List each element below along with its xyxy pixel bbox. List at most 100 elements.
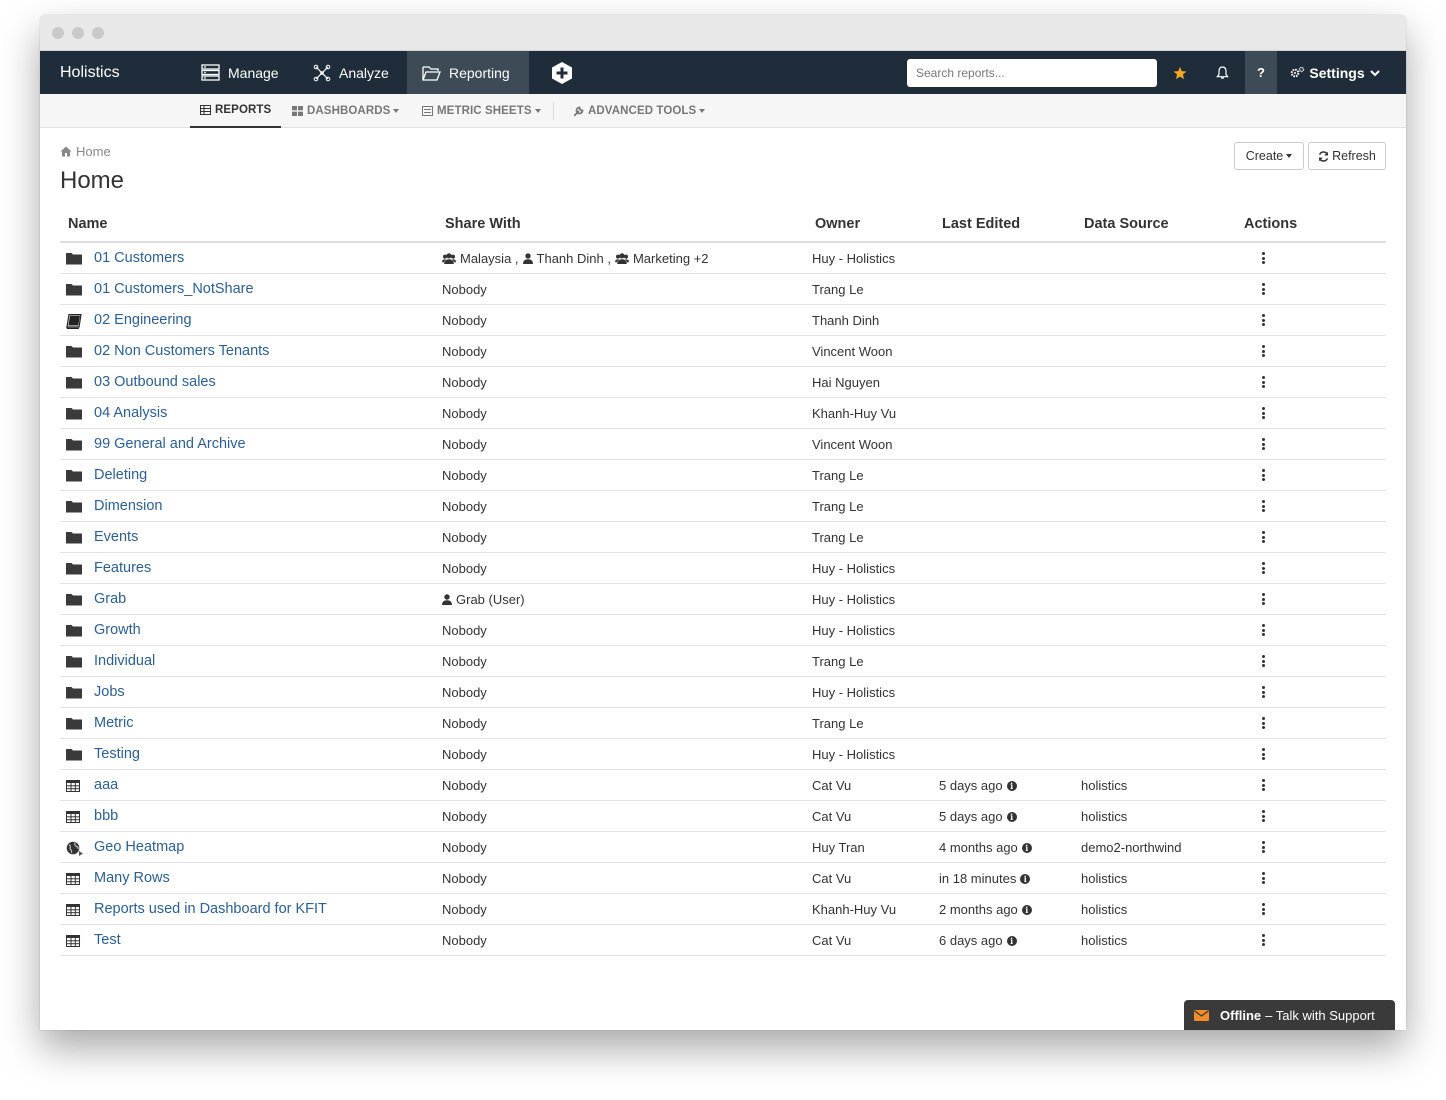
table-row[interactable]: Geo Heatmap Nobody Huy Tran 4 months ago i de… (60, 832, 1386, 863)
row-actions-icon[interactable] (1260, 530, 1266, 544)
row-actions-icon[interactable] (1260, 282, 1266, 296)
row-actions-icon[interactable] (1260, 871, 1266, 885)
report-name-link[interactable]: bbb (94, 808, 118, 824)
table-row[interactable]: bbb Nobody Cat Vu 5 days ago i holistics (60, 801, 1386, 832)
nav-analyze[interactable]: Analyze (298, 51, 404, 94)
table-row[interactable]: Dimension Nobody Trang Le (60, 491, 1386, 522)
report-name-link[interactable]: Jobs (94, 684, 125, 700)
table-row[interactable]: Testing Nobody Huy - Holistics (60, 739, 1386, 770)
brand-logo[interactable]: Holistics (60, 64, 120, 82)
table-row[interactable]: Reports used in Dashboard for KFIT Nobody… (60, 894, 1386, 925)
column-header-last-edited[interactable]: Last Edited (942, 216, 1020, 232)
report-name-link[interactable]: 04 Analysis (94, 405, 167, 421)
report-name-link[interactable]: 03 Outbound sales (94, 374, 216, 390)
row-actions-icon[interactable] (1260, 499, 1266, 513)
settings-menu[interactable]: Settings (1285, 51, 1385, 94)
table-row[interactable]: Events Nobody Trang Le (60, 522, 1386, 553)
table-row[interactable]: aaa Nobody Cat Vu 5 days ago i holistics (60, 770, 1386, 801)
table-row[interactable]: Deleting Nobody Trang Le (60, 460, 1386, 491)
row-actions-icon[interactable] (1260, 437, 1266, 451)
table-row[interactable]: 99 General and Archive Nobody Vincent Woon (60, 429, 1386, 460)
search-input[interactable] (907, 59, 1157, 87)
row-actions-icon[interactable] (1260, 468, 1266, 482)
row-actions-icon[interactable] (1260, 313, 1266, 327)
report-name-link[interactable]: 99 General and Archive (94, 436, 246, 452)
row-actions-icon[interactable] (1260, 778, 1266, 792)
tab-advanced-tools[interactable]: ADVANCED TOOLS (573, 94, 706, 128)
report-name-link[interactable]: 01 Customers (94, 250, 184, 266)
row-actions-icon[interactable] (1260, 654, 1266, 668)
table-row[interactable]: Many Rows Nobody Cat Vu in 18 minutes i holis… (60, 863, 1386, 894)
info-icon[interactable]: i (1006, 935, 1017, 946)
table-row[interactable]: Growth Nobody Huy - Holistics (60, 615, 1386, 646)
table-row[interactable]: Grab Grab (User) Huy - Holistics (60, 584, 1386, 615)
support-chat-widget[interactable]: Offline – Talk with Support (1184, 1000, 1395, 1030)
info-icon[interactable]: i (1006, 780, 1017, 791)
report-name-link[interactable]: Features (94, 560, 151, 576)
refresh-button[interactable]: Refresh (1308, 142, 1386, 170)
window-zoom-dot[interactable] (92, 27, 104, 39)
info-icon[interactable]: i (1006, 811, 1017, 822)
report-name-link[interactable]: Deleting (94, 467, 147, 483)
report-name-link[interactable]: Metric (94, 715, 133, 731)
info-icon[interactable]: i (1021, 842, 1032, 853)
row-actions-icon[interactable] (1260, 344, 1266, 358)
report-name-link[interactable]: Reports used in Dashboard for KFIT (94, 901, 327, 917)
info-icon[interactable]: i (1020, 873, 1031, 884)
info-icon[interactable]: i (1021, 904, 1032, 915)
row-actions-icon[interactable] (1260, 716, 1266, 730)
report-name-link[interactable]: 02 Non Customers Tenants (94, 343, 269, 359)
row-actions-icon[interactable] (1260, 561, 1266, 575)
tab-reports[interactable]: REPORTS (190, 94, 282, 128)
row-actions-icon[interactable] (1260, 406, 1266, 420)
column-header-data-source[interactable]: Data Source (1084, 216, 1169, 232)
window-close-dot[interactable] (52, 27, 64, 39)
column-header-name[interactable]: Name (68, 216, 108, 232)
report-name-link[interactable]: 02 Engineering (94, 312, 192, 328)
row-actions-icon[interactable] (1260, 840, 1266, 854)
tab-metric-sheets[interactable]: METRIC SHEETS (422, 94, 541, 128)
help-button[interactable]: ? (1245, 51, 1277, 94)
row-actions-icon[interactable] (1260, 747, 1266, 761)
report-name-link[interactable]: aaa (94, 777, 118, 793)
nav-reporting[interactable]: Reporting (407, 51, 529, 94)
table-row[interactable]: 01 Customers_NotShare Nobody Trang Le (60, 274, 1386, 305)
nav-manage[interactable]: Manage (186, 51, 294, 94)
row-actions-icon[interactable] (1260, 933, 1266, 947)
row-actions-icon[interactable] (1260, 809, 1266, 823)
add-new-icon[interactable] (550, 61, 574, 85)
create-button[interactable]: Create (1234, 142, 1304, 170)
report-name-link[interactable]: Testing (94, 746, 140, 762)
notifications-button[interactable] (1205, 51, 1239, 94)
report-name-link[interactable]: 01 Customers_NotShare (94, 281, 254, 297)
row-actions-icon[interactable] (1260, 592, 1266, 606)
report-name-link[interactable]: Individual (94, 653, 155, 669)
report-name-link[interactable]: Many Rows (94, 870, 170, 886)
report-name-link[interactable]: Geo Heatmap (94, 839, 184, 855)
row-actions-icon[interactable] (1260, 251, 1266, 265)
window-minimize-dot[interactable] (72, 27, 84, 39)
table-row[interactable]: 04 Analysis Nobody Khanh-Huy Vu (60, 398, 1386, 429)
report-name-link[interactable]: Dimension (94, 498, 163, 514)
report-name-link[interactable]: Grab (94, 591, 126, 607)
favorites-button[interactable] (1163, 51, 1197, 94)
row-actions-icon[interactable] (1260, 902, 1266, 916)
column-header-share-with[interactable]: Share With (445, 216, 521, 232)
report-name-link[interactable]: Growth (94, 622, 141, 638)
table-row[interactable]: 03 Outbound sales Nobody Hai Nguyen (60, 367, 1386, 398)
row-actions-icon[interactable] (1260, 685, 1266, 699)
report-name-link[interactable]: Test (94, 932, 121, 948)
tab-dashboards[interactable]: DASHBOARDS (292, 94, 400, 128)
table-row[interactable]: Metric Nobody Trang Le (60, 708, 1386, 739)
table-row[interactable]: Features Nobody Huy - Holistics (60, 553, 1386, 584)
table-row[interactable]: 01 Customers Malaysia , Thanh Dinh , Market… (60, 243, 1386, 274)
table-row[interactable]: Jobs Nobody Huy - Holistics (60, 677, 1386, 708)
table-row[interactable]: 02 Non Customers Tenants Nobody Vincent Wo… (60, 336, 1386, 367)
breadcrumb-home[interactable]: Home (76, 144, 111, 159)
report-name-link[interactable]: Events (94, 529, 138, 545)
table-row[interactable]: 02 Engineering Nobody Thanh Dinh (60, 305, 1386, 336)
table-row[interactable]: Individual Nobody Trang Le (60, 646, 1386, 677)
table-row[interactable]: Test Nobody Cat Vu 6 days ago i holistics (60, 925, 1386, 956)
row-actions-icon[interactable] (1260, 375, 1266, 389)
row-actions-icon[interactable] (1260, 623, 1266, 637)
